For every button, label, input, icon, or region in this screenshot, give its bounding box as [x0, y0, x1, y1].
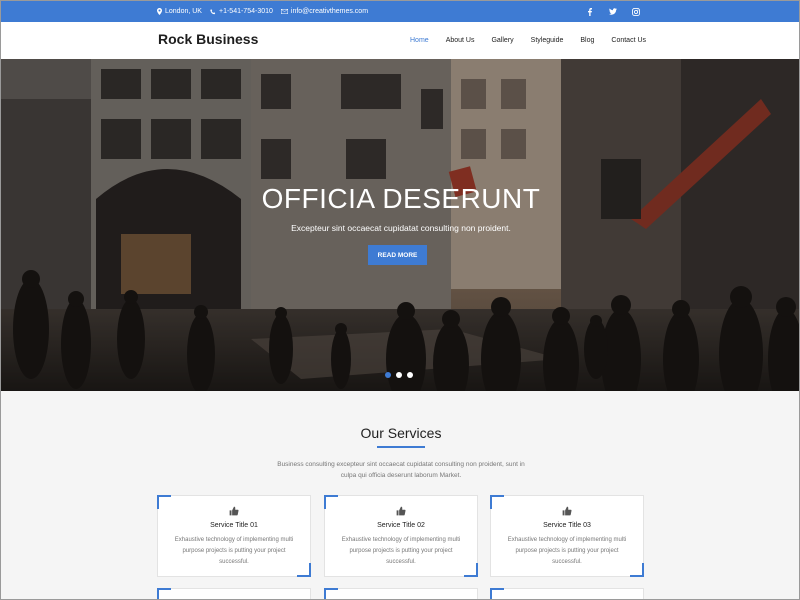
- service-text: Exhaustive technology of implementing mu…: [341, 537, 461, 565]
- map-marker-icon: [157, 8, 162, 15]
- nav-about-us[interactable]: About Us: [446, 37, 475, 44]
- nav-home[interactable]: Home: [410, 37, 429, 44]
- service-card-3[interactable]: Service Title 03 Exhaustive technology o…: [490, 495, 644, 577]
- service-card-1[interactable]: Service Title 01 Exhaustive technology o…: [157, 495, 311, 577]
- nav-gallery[interactable]: Gallery: [491, 37, 513, 44]
- envelope-icon: [280, 9, 288, 14]
- service-title: Service Title 01: [210, 522, 258, 529]
- title-underline: [377, 446, 425, 448]
- services-section: Our Services Business consulting excepte…: [1, 391, 799, 599]
- email-text[interactable]: info@creativthemes.com: [291, 8, 368, 15]
- hero-subtitle: Excepteur sint occaecat cupidatat consul…: [291, 223, 511, 233]
- instagram-icon[interactable]: [631, 7, 640, 16]
- services-title: Our Services: [360, 425, 442, 441]
- card-corner-accent: [157, 588, 171, 599]
- service-text: Exhaustive technology of implementing mu…: [174, 537, 294, 565]
- card-corner-accent: [490, 588, 504, 599]
- email-item[interactable]: info@creativthemes.com: [280, 8, 368, 15]
- slider-dots: [385, 372, 413, 378]
- contact-info: London, UK +1-541-754-3010 info@creativt…: [157, 1, 368, 22]
- social-links: [585, 1, 640, 22]
- main-nav: Home About Us Gallery Styleguide Blog Co…: [410, 22, 646, 59]
- services-description: Business consulting excepteur sint occae…: [277, 461, 525, 479]
- service-card-6[interactable]: [490, 588, 644, 599]
- service-card-5[interactable]: [324, 588, 478, 599]
- twitter-icon[interactable]: [608, 7, 617, 16]
- nav-blog[interactable]: Blog: [580, 37, 594, 44]
- service-card-2[interactable]: Service Title 02 Exhaustive technology o…: [324, 495, 478, 577]
- slider-dot-1[interactable]: [385, 372, 391, 378]
- phone-text[interactable]: +1-541-754-3010: [219, 8, 273, 15]
- site-header: Rock Business Home About Us Gallery Styl…: [1, 22, 799, 59]
- slider-dot-3[interactable]: [407, 372, 413, 378]
- hero-title: OFFICIA DESERUNT: [261, 183, 541, 214]
- service-card-4[interactable]: [157, 588, 311, 599]
- nav-contact-us[interactable]: Contact Us: [611, 37, 646, 44]
- thumbs-up-icon: [491, 506, 643, 516]
- service-title: Service Title 03: [543, 522, 591, 529]
- service-title: Service Title 02: [377, 522, 425, 529]
- service-text: Exhaustive technology of implementing mu…: [507, 537, 627, 565]
- browser-frame: London, UK +1-541-754-3010 info@creativt…: [0, 0, 800, 600]
- site-logo[interactable]: Rock Business: [158, 31, 258, 47]
- phone-icon: [210, 8, 216, 14]
- phone-item[interactable]: +1-541-754-3010: [210, 8, 273, 15]
- thumbs-up-icon: [158, 506, 310, 516]
- facebook-icon[interactable]: [585, 7, 594, 16]
- read-more-button[interactable]: READ MORE: [368, 245, 427, 265]
- card-corner-accent: [324, 588, 338, 599]
- top-bar: London, UK +1-541-754-3010 info@creativt…: [1, 1, 799, 22]
- nav-styleguide[interactable]: Styleguide: [531, 37, 564, 44]
- location-text: London, UK: [165, 8, 202, 15]
- location-item: London, UK: [157, 8, 202, 15]
- hero-slider: OFFICIA DESERUNT Excepteur sint occaecat…: [1, 59, 799, 391]
- thumbs-up-icon: [325, 506, 477, 516]
- slider-dot-2[interactable]: [396, 372, 402, 378]
